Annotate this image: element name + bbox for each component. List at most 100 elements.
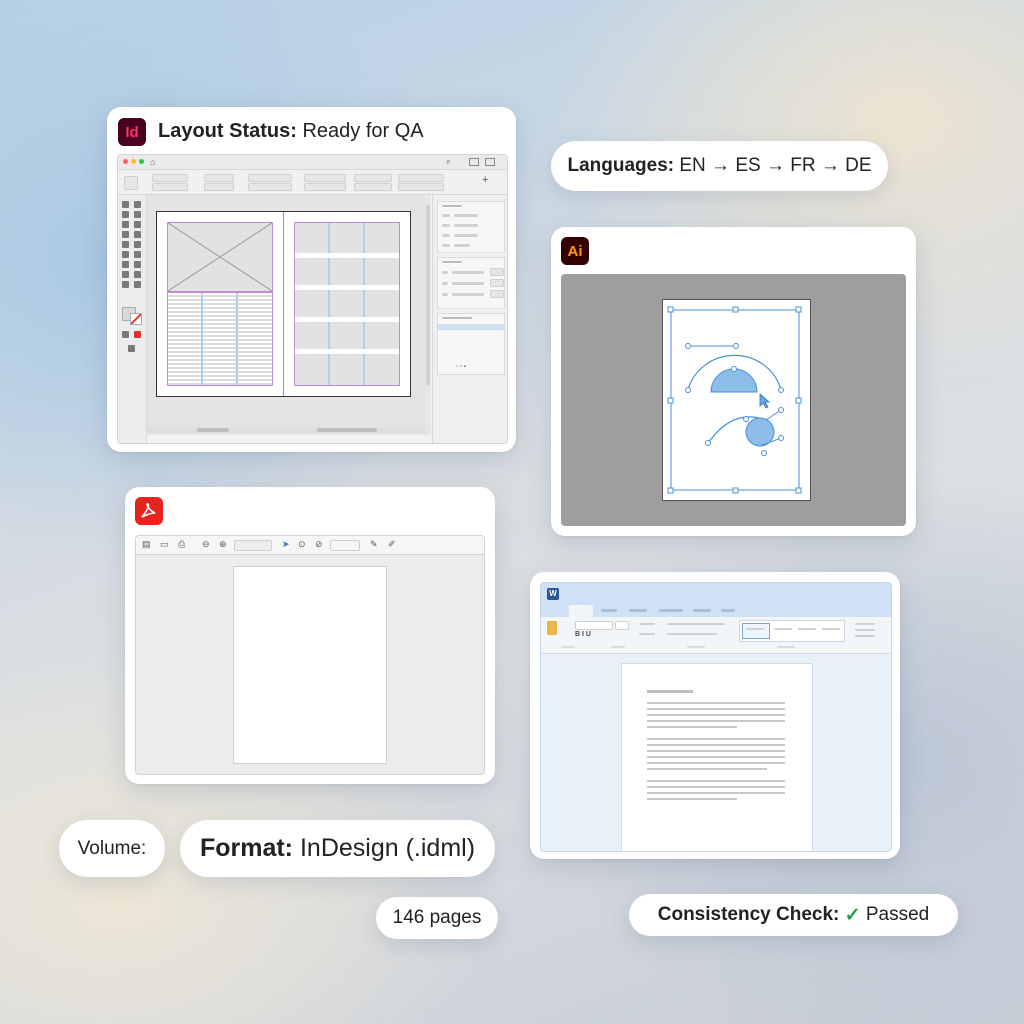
zoom-out-icon[interactable]: ⊖ [202, 539, 210, 550]
transform-tool-icon[interactable] [134, 251, 141, 258]
minimize-dot-icon[interactable] [131, 159, 136, 164]
editing-group[interactable] [855, 623, 875, 625]
consistency-pill: Consistency Check: ✓ Passed [629, 894, 958, 936]
scissors-tool-icon[interactable] [122, 251, 129, 258]
volume-label: Volume: [77, 837, 147, 859]
w-field[interactable] [204, 174, 234, 182]
zoom-icon[interactable]: ⊘ [315, 539, 323, 550]
pdf-page[interactable] [233, 566, 387, 764]
scale-field-2[interactable] [304, 183, 346, 191]
sign-icon[interactable]: ✎ [370, 539, 378, 550]
word-app-icon: W [547, 588, 559, 600]
stroke-swatch-icon[interactable] [130, 313, 142, 325]
indesign-card: Id Layout Status: Ready for QA ⌂ ⌕ + ◦ ▫… [107, 107, 516, 452]
swap-tool-icon[interactable] [134, 281, 141, 288]
screen-mode-icon[interactable] [128, 345, 135, 352]
hand-tool-icon[interactable] [134, 271, 141, 278]
checkmark-icon: ✓ [844, 904, 861, 926]
normal-mode-icon[interactable] [134, 331, 141, 338]
type-tool-icon[interactable] [122, 221, 129, 228]
annotate-icon[interactable]: ✐ [388, 539, 396, 550]
line-tool-icon[interactable] [134, 221, 141, 228]
save-icon[interactable]: ▤ [142, 539, 151, 550]
hand-icon[interactable]: ⊙ [298, 539, 306, 550]
rotate-field[interactable] [248, 174, 292, 182]
zoom-level-dropdown[interactable] [330, 540, 360, 551]
align-buttons[interactable] [398, 174, 444, 182]
grid-frames-right[interactable] [294, 222, 400, 386]
format-pill: Format: InDesign (.idml) [180, 820, 495, 877]
gradient-tool-icon[interactable] [122, 261, 129, 268]
vector-artwork[interactable] [561, 274, 906, 526]
panel-icon-2[interactable] [485, 158, 495, 166]
maximize-dot-icon[interactable] [139, 159, 144, 164]
pages-pill: 146 pages [376, 897, 498, 939]
h-field[interactable] [204, 183, 234, 191]
illustrator-canvas[interactable] [561, 274, 906, 526]
font-size-field[interactable] [615, 621, 629, 630]
bold-icon[interactable]: B I U [575, 631, 591, 638]
note-tool-icon[interactable] [134, 261, 141, 268]
zoom-tool-icon[interactable] [122, 281, 129, 288]
tab-references[interactable] [693, 609, 711, 612]
horizontal-scrollbar[interactable] [147, 427, 425, 433]
pages-panel[interactable] [437, 201, 505, 253]
page-tool-icon[interactable] [122, 211, 129, 218]
pen-tool-icon[interactable] [122, 231, 129, 238]
home-icon[interactable]: ⌂ [150, 157, 155, 167]
indesign-window: ⌂ ⌕ + ◦ ▫ ▪ [117, 154, 508, 444]
zoom-in-icon[interactable]: ⊕ [219, 539, 227, 550]
tab-design[interactable] [629, 609, 647, 612]
x-field[interactable] [152, 174, 188, 182]
layers-panel[interactable] [437, 257, 505, 309]
search-icon[interactable]: ⌕ [446, 156, 451, 167]
styles-gallery[interactable] [739, 620, 845, 642]
document-canvas[interactable] [147, 195, 425, 435]
cursor-icon[interactable]: ➤ [282, 539, 290, 550]
acrobat-window: ▤ ▭ ⎙ ⊖ ⊕ ➤ ⊙ ⊘ ✎ ✐ [135, 535, 485, 775]
rectangle-tool-icon[interactable] [134, 241, 141, 248]
ref-point-control[interactable] [124, 176, 138, 190]
close-dot-icon[interactable] [123, 159, 128, 164]
tab-insert[interactable] [601, 609, 617, 612]
tab-home[interactable] [569, 605, 593, 617]
stroke-weight-field[interactable] [354, 174, 392, 182]
paragraph-group[interactable] [667, 623, 725, 625]
acrobat-toolbar: ▤ ▭ ⎙ ⊖ ⊕ ➤ ⊙ ⊘ ✎ ✐ [136, 536, 484, 555]
word-titlebar: W [541, 583, 891, 617]
page-number-field[interactable] [234, 540, 272, 551]
tab-layout[interactable] [659, 609, 683, 612]
word-card: W B I U [530, 572, 900, 859]
print-icon[interactable]: ⎙ [178, 539, 185, 550]
format-label: Format: [199, 834, 294, 862]
fill-stroke-buttons[interactable] [398, 183, 444, 191]
languages-label: Languages: [567, 155, 675, 176]
pencil-tool-icon[interactable] [134, 231, 141, 238]
direct-selection-tool-icon[interactable] [134, 201, 141, 208]
eyedropper-tool-icon[interactable] [122, 271, 129, 278]
image-frame[interactable] [167, 222, 273, 292]
word-page[interactable] [621, 663, 813, 851]
paste-icon[interactable] [547, 621, 557, 635]
volume-pill: Volume: [59, 820, 165, 877]
add-icon[interactable]: + [482, 174, 488, 186]
y-field[interactable] [152, 183, 188, 191]
links-panel[interactable]: ◦ ▫ ▪ [437, 313, 505, 375]
shear-field[interactable] [248, 183, 292, 191]
spine [283, 212, 284, 396]
stroke-style-field[interactable] [354, 183, 392, 191]
tab-review[interactable] [721, 609, 735, 612]
illustrator-app-icon: Ai [561, 237, 589, 265]
upload-icon[interactable]: ▭ [160, 539, 169, 550]
vertical-scrollbar[interactable] [425, 195, 431, 435]
text-columns-left[interactable] [167, 292, 273, 386]
panel-icon[interactable] [469, 158, 479, 166]
indesign-app-icon: Id [118, 118, 146, 146]
gap-tool-icon[interactable] [134, 211, 141, 218]
font-name-field[interactable] [575, 621, 613, 630]
frame-tool-icon[interactable] [122, 241, 129, 248]
control-bar: + [118, 170, 507, 195]
scale-field[interactable] [304, 174, 346, 182]
preview-mode-icon[interactable] [122, 331, 129, 338]
selection-tool-icon[interactable] [122, 201, 129, 208]
